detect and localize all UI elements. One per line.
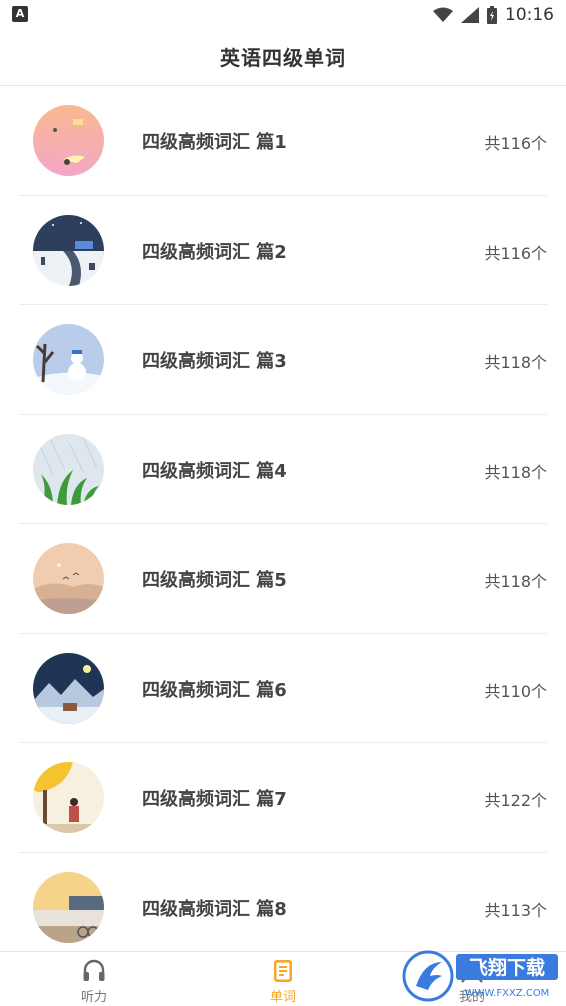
lesson-thumbnail-grass-rain <box>33 433 104 505</box>
lesson-title: 四级高频词汇 篇1 <box>142 132 287 153</box>
lesson-thumbnail-snowy-mountain-night <box>33 652 104 724</box>
lesson-item-3[interactable]: 四级高频词汇 篇3 共118个 <box>19 305 547 415</box>
word-count: 共116个 <box>484 243 547 263</box>
lesson-title: 四级高频词汇 篇8 <box>142 898 287 920</box>
watermark-text: 飞翔下载 <box>469 956 545 979</box>
word-count: 共118个 <box>484 572 547 591</box>
lesson-item-1[interactable]: 四级高频词汇 篇1 共116个 <box>19 86 547 196</box>
lesson-title: 四级高频词汇 篇7 <box>142 789 287 810</box>
lesson-thumbnail-sunset-sky <box>33 105 104 176</box>
wifi-icon <box>433 7 453 22</box>
lesson-title: 四级高频词汇 篇5 <box>142 570 287 591</box>
word-count: 共118个 <box>484 462 547 482</box>
word-count: 共122个 <box>484 791 547 810</box>
lesson-thumbnail-village-wall <box>33 871 104 943</box>
tab-words[interactable]: 单词 <box>223 952 343 1006</box>
lesson-thumbnail-night-river <box>33 214 104 286</box>
app-header: 英语四级单词 <box>0 30 566 86</box>
signal-icon <box>461 7 479 23</box>
lesson-item-2[interactable]: 四级高频词汇 篇2 共116个 <box>19 196 547 305</box>
tab-label: 听力 <box>80 990 107 1005</box>
lesson-title: 四级高频词汇 篇6 <box>142 679 287 701</box>
lesson-item-7[interactable]: 四级高频词汇 篇7 共122个 <box>19 743 547 853</box>
book-icon <box>274 960 292 982</box>
lesson-thumbnail-autumn-tree <box>33 762 104 833</box>
lesson-item-6[interactable]: 四级高频词汇 篇6 共110个 <box>19 634 547 743</box>
lesson-title: 四级高频词汇 篇4 <box>142 460 287 482</box>
lesson-item-5[interactable]: 四级高频词汇 篇5 共118个 <box>19 524 547 634</box>
tab-listening[interactable]: 听力 <box>34 952 154 1006</box>
lesson-title: 四级高频词汇 篇3 <box>142 351 287 372</box>
page-title: 英语四级单词 <box>220 46 346 70</box>
notification-a-icon: A <box>12 6 28 22</box>
battery-icon <box>487 6 497 24</box>
watermark-logo: 飞翔下载 WWW.FXXZ.COM <box>402 946 562 1004</box>
status-bar: A 10:16 <box>0 0 566 30</box>
lesson-thumbnail-desert-dusk <box>33 543 104 614</box>
word-count: 共110个 <box>484 681 547 701</box>
lesson-list: 四级高频词汇 篇1 共116个 四级高频词汇 篇2 共116个 四级高频词汇 篇… <box>0 86 566 962</box>
tab-label: 单词 <box>269 990 296 1005</box>
word-count: 共118个 <box>484 353 547 372</box>
lesson-title: 四级高频词汇 篇2 <box>142 241 287 263</box>
headphones-icon <box>83 959 105 981</box>
watermark-url: WWW.FXXZ.COM <box>465 988 550 999</box>
word-count: 共116个 <box>484 134 547 153</box>
lesson-item-4[interactable]: 四级高频词汇 篇4 共118个 <box>19 415 547 524</box>
word-count: 共113个 <box>484 900 547 920</box>
status-time: 10:16 <box>505 5 554 25</box>
lesson-thumbnail-snowman <box>33 324 104 395</box>
status-icons: 10:16 <box>433 4 554 26</box>
